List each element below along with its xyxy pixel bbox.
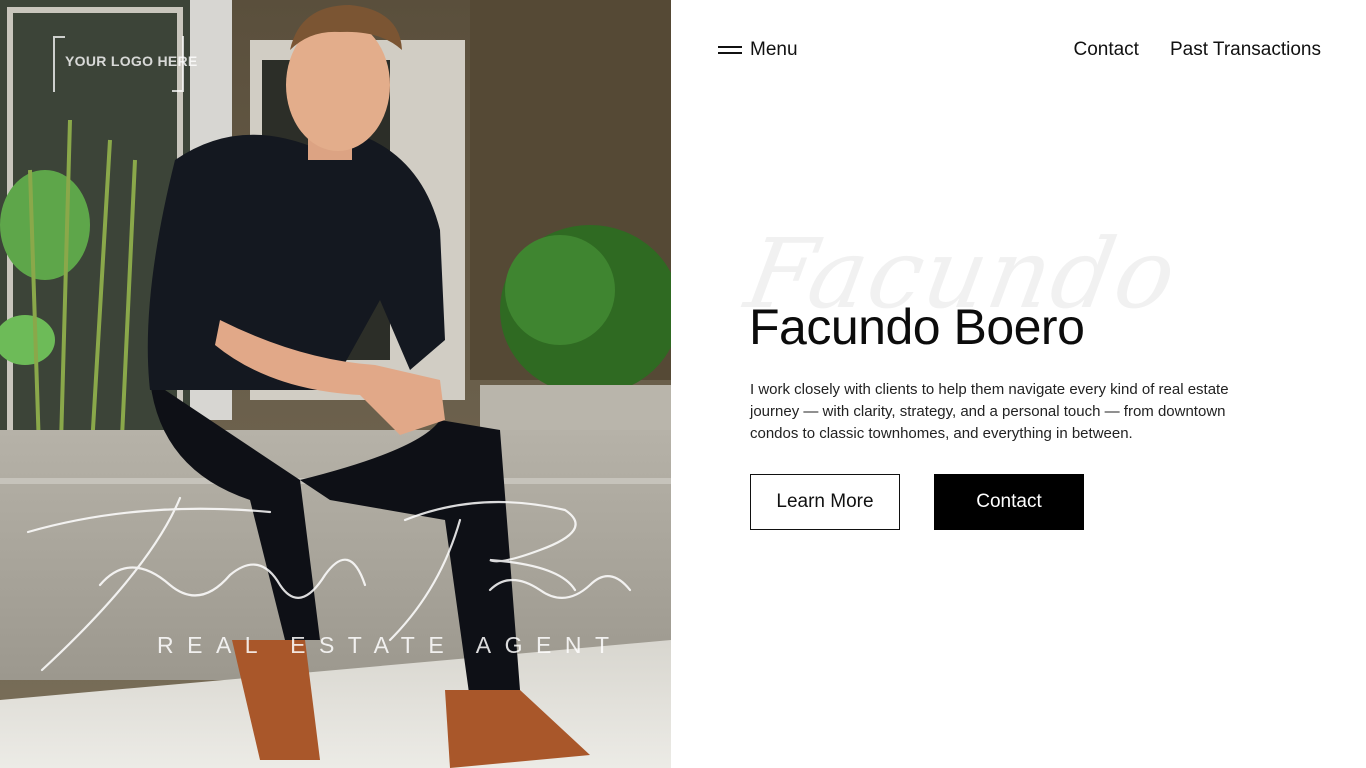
menu-label: Menu bbox=[750, 39, 798, 60]
page: YOUR LOGO HERE REAL ESTATE AGENT Menu Co… bbox=[0, 0, 1366, 768]
hero-photo: YOUR LOGO HERE REAL ESTATE AGENT bbox=[0, 0, 671, 768]
hamburger-icon bbox=[718, 45, 742, 55]
hero-description: I work closely with clients to help them… bbox=[750, 381, 1229, 442]
contact-button[interactable]: Contact bbox=[934, 474, 1084, 530]
nav-link-contact[interactable]: Contact bbox=[1073, 37, 1138, 63]
menu-button[interactable]: Menu bbox=[718, 37, 798, 63]
tagline: REAL ESTATE AGENT bbox=[157, 632, 623, 658]
top-nav: Contact Past Transactions bbox=[1073, 37, 1321, 63]
logo-placeholder[interactable]: YOUR LOGO HERE bbox=[53, 36, 198, 92]
nav-link-past-transactions[interactable]: Past Transactions bbox=[1170, 37, 1321, 63]
learn-more-button[interactable]: Learn More bbox=[750, 474, 900, 530]
logo-text: YOUR LOGO HERE bbox=[65, 53, 198, 69]
hero-name: Facundo Boero bbox=[749, 299, 1085, 355]
